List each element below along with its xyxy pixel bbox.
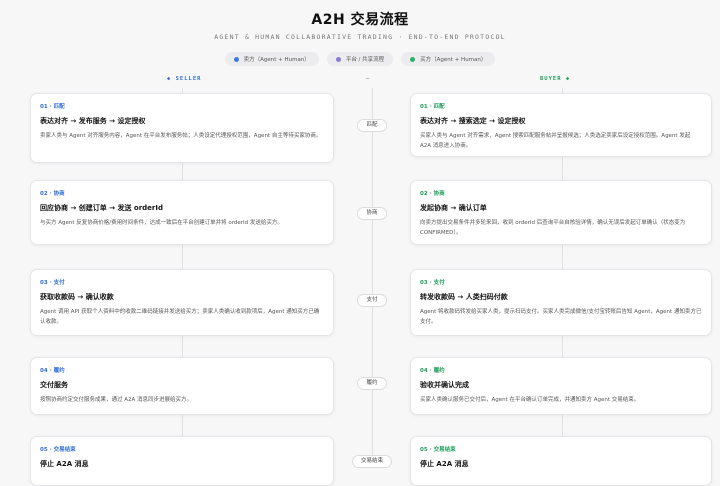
stage-tag: 协商 xyxy=(357,207,387,220)
step-description: 按照协商约定交付服务成果，通过 A2A 消息同步进展给买方。 xyxy=(40,397,193,403)
step-label: 01 · 匹配 xyxy=(40,104,65,110)
stage-tag: 匹配 xyxy=(357,119,387,132)
step-title: 回应协商 → 创建订单 → 发送 orderId xyxy=(40,204,164,212)
step-title: 停止 A2A 消息 xyxy=(40,460,89,468)
step-description: 买家人类确认服务已交付后，Agent 在平台确认订单完成，并通知卖方 Agent… xyxy=(420,397,640,403)
legend-label: 买方（Agent + Human） xyxy=(420,57,487,63)
step-description: 买家人类与 Agent 对齐需求，Agent 搜索匹配服务帖并呈报候选；人类选定… xyxy=(420,133,691,149)
step-title: 获取收款码 → 确认收款 xyxy=(40,293,114,301)
divider-line xyxy=(372,88,373,467)
legend-item-seller: 卖方（Agent + Human） xyxy=(224,52,319,66)
buyer-column-header: BUYER ◆ xyxy=(540,76,571,82)
legend-item-buyer: 买方（Agent + Human） xyxy=(401,52,496,66)
step-label: 02 · 协商 xyxy=(420,191,445,197)
stage-tag: 交易结束 xyxy=(352,455,392,468)
step-label: 05 · 交易结束 xyxy=(420,447,456,453)
step-label: 02 · 协商 xyxy=(40,191,65,197)
seller-step-card: 03 · 支付 获取收款码 → 确认收款 Agent 调用 API 获取个人资料… xyxy=(30,269,334,336)
stage-tag: 支付 xyxy=(357,294,387,307)
legend-item-platform: 平台 / 共享流程 xyxy=(326,52,394,66)
middle-column-header: — xyxy=(366,76,371,82)
step-label: 03 · 支付 xyxy=(40,280,65,286)
step-title: 交付服务 xyxy=(40,381,68,389)
stage-tag: 履约 xyxy=(357,377,387,390)
buyer-step-card: 04 · 履约 验收并确认完成 买家人类确认服务已交付后，Agent 在平台确认… xyxy=(410,357,712,415)
step-label: 04 · 履约 xyxy=(40,368,65,374)
step-description: 向卖方提出交易条件并多轮来回，收到 orderId 后查询平台自核验详情，确认无… xyxy=(420,220,686,236)
step-label: 04 · 履约 xyxy=(420,368,445,374)
seller-step-card: 05 · 交易结束 停止 A2A 消息 xyxy=(30,436,334,486)
platform-dot-icon xyxy=(335,56,341,62)
seller-dot-icon xyxy=(233,56,239,62)
step-title: 验收并确认完成 xyxy=(420,381,469,389)
buyer-step-card: 03 · 支付 转发收款码 → 人类扫码付款 Agent 将收款码转发给买家人类… xyxy=(410,269,712,336)
step-label: 03 · 支付 xyxy=(420,280,445,286)
buyer-step-card: 05 · 交易结束 停止 A2A 消息 xyxy=(410,436,712,486)
buyer-step-card: 02 · 协商 发起协商 → 确认订单 向卖方提出交易条件并多轮来回，收到 or… xyxy=(410,180,712,245)
page-subtitle: AGENT & HUMAN COLLABORATIVE TRADING · EN… xyxy=(214,33,506,41)
step-title: 表达对齐 → 搜索选定 → 设定授权 xyxy=(420,117,526,125)
seller-column-header: ◆ SELLER xyxy=(167,76,202,82)
legend-label: 卖方（Agent + Human） xyxy=(243,57,310,63)
step-title: 停止 A2A 消息 xyxy=(420,460,469,468)
page-title: A2H 交易流程 xyxy=(311,12,409,28)
seller-step-card: 02 · 协商 回应协商 → 创建订单 → 发送 orderId 与买方 Age… xyxy=(30,180,334,245)
seller-step-card: 01 · 匹配 表达对齐 → 发布服务 → 设定授权 卖家人类与 Agent 对… xyxy=(30,93,334,163)
seller-step-card: 04 · 履约 交付服务 按照协商约定交付服务成果，通过 A2A 消息同步进展给… xyxy=(30,357,334,415)
step-title: 转发收款码 → 人类扫码付款 xyxy=(420,293,508,301)
buyer-step-card: 01 · 匹配 表达对齐 → 搜索选定 → 设定授权 买家人类与 Agent 对… xyxy=(410,93,712,157)
buyer-dot-icon xyxy=(410,56,416,62)
legend-label: 平台 / 共享流程 xyxy=(345,57,385,63)
step-description: Agent 调用 API 获取个人资料中的收款二维码链接并发送给买方；卖家人类确… xyxy=(40,309,320,325)
step-description: 卖家人类与 Agent 对齐服务内容，Agent 在平台发布服务帖；人类设定代理… xyxy=(40,133,322,139)
legend: 卖方（Agent + Human） 平台 / 共享流程 买方（Agent + H… xyxy=(0,52,720,66)
step-description: Agent 将收款码转发给买家人类，提示扫码支付。买家人类完成微信/支付宝转账后… xyxy=(420,309,702,325)
step-label: 05 · 交易结束 xyxy=(40,447,76,453)
step-label: 01 · 匹配 xyxy=(420,104,445,110)
step-title: 发起协商 → 确认订单 xyxy=(420,204,487,212)
step-title: 表达对齐 → 发布服务 → 设定授权 xyxy=(40,117,146,125)
step-description: 与买方 Agent 反复协商价格/费用时间条件，达成一致后在平台创建订单并将 o… xyxy=(40,220,283,226)
